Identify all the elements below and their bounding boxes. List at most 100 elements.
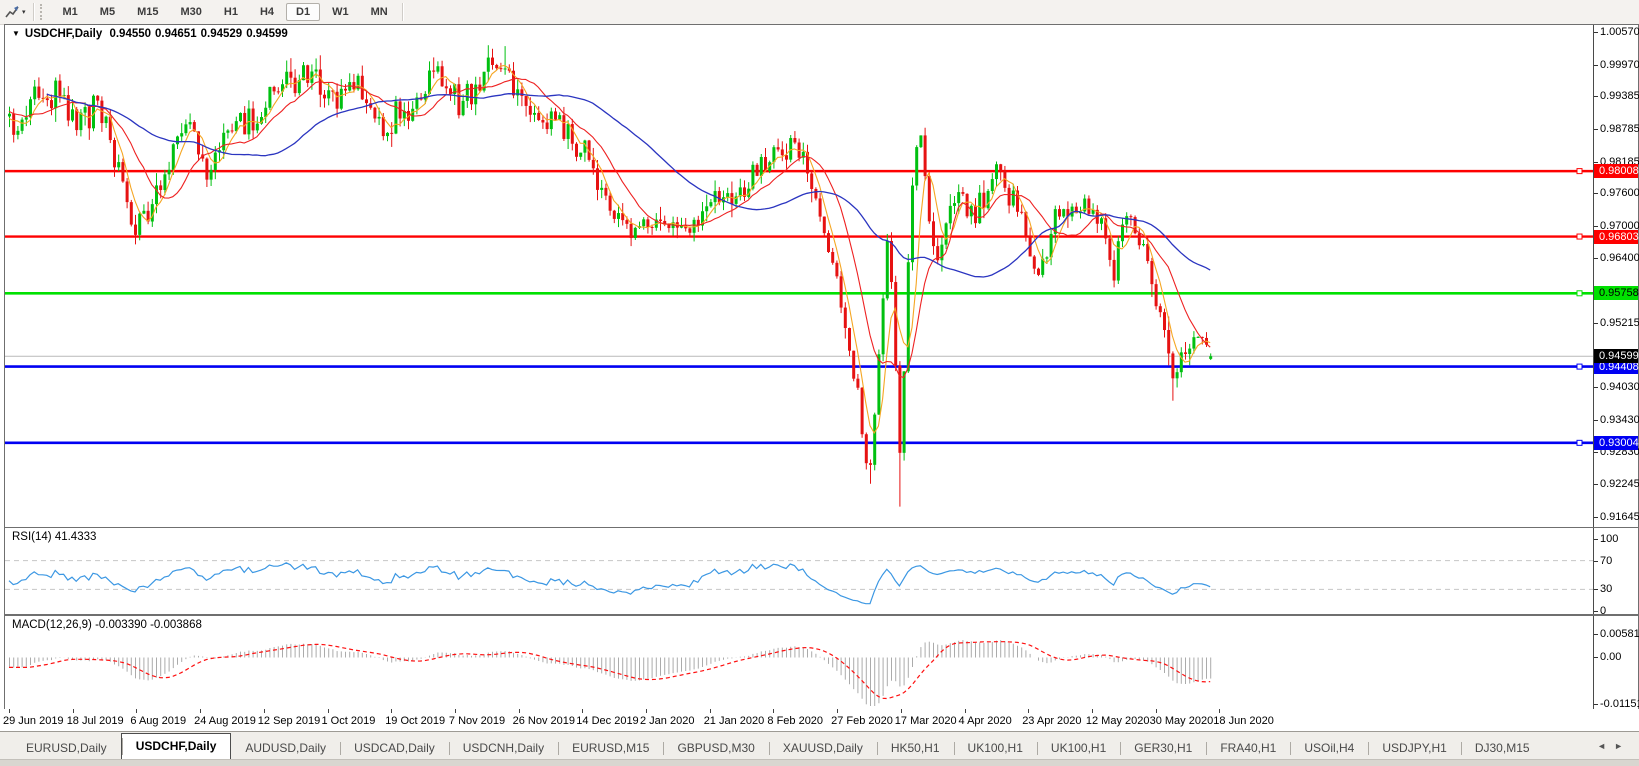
rsi-plot[interactable]: RSI(14) 41.4333 (5, 528, 1593, 614)
date-label: 24 Aug 2019 (194, 715, 256, 727)
title-symbol-period: USDCHF,Daily (24, 28, 103, 40)
macd-axis: 0.0058180.00-0.011514 (1593, 616, 1639, 710)
current-price-badge: 0.94599 (1594, 349, 1639, 364)
chart-tab-hk50-h1[interactable]: HK50,H1 (876, 738, 954, 759)
axis-tick-label: 0.92245 (1594, 478, 1639, 491)
date-tick-mark (1155, 709, 1157, 713)
date-tick-mark (900, 709, 902, 713)
price-axis: 1.00570 0.99970 0.99385 0.98785 0.98185 0.976… (1593, 25, 1639, 528)
main-chart-plot[interactable]: ▼ USDCHF,Daily 0.94550 0.94651 0.94529 0.945… (5, 25, 1593, 528)
axis-tick-label: 0.91645 (1594, 511, 1639, 524)
chart-tab-usdcad-daily[interactable]: USDCAD,Daily (340, 738, 449, 759)
timeframe-button-m5[interactable]: M5 (90, 3, 125, 21)
axis-tick-label: 0.96400 (1594, 252, 1639, 265)
chart-tab-usoil-h4[interactable]: USOil,H4 (1290, 738, 1368, 759)
tabs-scroll-left-icon[interactable]: ◄ (1597, 741, 1614, 751)
axis-tick-label: 100 (1594, 533, 1639, 546)
date-label: 21 Jan 2020 (703, 715, 765, 727)
date-tick-mark (646, 709, 647, 713)
chart-tab-uk100-h1[interactable]: UK100,H1 (953, 738, 1037, 759)
chart-tab-usdjpy-h1[interactable]: USDJPY,H1 (1368, 738, 1460, 759)
axis-tick-label: 0.00 (1594, 651, 1639, 664)
axis-tick-label: 70 (1594, 555, 1639, 568)
chart-tab-eurusd-m15[interactable]: EURUSD,M15 (558, 738, 663, 759)
title-open: 0.94550 (109, 28, 152, 40)
date-label: 14 Dec 2019 (576, 715, 639, 727)
macd-plot[interactable]: MACD(12,26,9) -0.003390 -0.003868 (5, 616, 1593, 710)
date-tick-mark (1091, 709, 1093, 713)
chart-tab-ger30-h1[interactable]: GER30,H1 (1120, 738, 1206, 759)
date-tick-mark (709, 709, 711, 713)
top-toolbar: ▾ M1 M5 M15 M30 H1 H4 D1 W1 MN (0, 0, 1639, 25)
tabs-scroll-right-icon[interactable]: ► (1614, 741, 1631, 751)
date-label: 6 Aug 2019 (130, 715, 187, 727)
toolbar-separator (32, 3, 34, 21)
timeframe-button-w1[interactable]: W1 (322, 3, 359, 21)
date-tick-mark (454, 709, 456, 713)
chart-tab-gbpusd-m30[interactable]: GBPUSD,M30 (663, 738, 768, 759)
date-tick-mark (1219, 709, 1221, 713)
rsi-chart (5, 560, 1593, 605)
date-label: 18 Jul 2019 (66, 715, 124, 727)
timeframe-button-mn[interactable]: MN (361, 3, 398, 21)
date-label: 23 Apr 2020 (1022, 715, 1082, 727)
timeframe-button-m30[interactable]: M30 (170, 3, 211, 21)
date-tick-mark (327, 709, 329, 713)
tabs-scroll-arrows: ◄► (1597, 741, 1631, 751)
chart-tab-audusd-daily[interactable]: AUDUSD,Daily (231, 738, 340, 759)
date-label: 1 Oct 2019 (321, 715, 376, 727)
date-axis: 29 Jun 2019 18 Jul 2019 6 Aug 2019 24 Aug 2… (3, 709, 1639, 731)
timeframe-button-d1[interactable]: D1 (286, 3, 321, 21)
date-tick-mark (518, 709, 520, 713)
date-tick-mark (136, 709, 138, 713)
chart-tab-xauusd-daily[interactable]: XAUUSD,Daily (768, 738, 877, 759)
date-label: 7 Nov 2019 (448, 715, 506, 727)
axis-tick-label: 0.95215 (1594, 317, 1639, 330)
date-tick-mark (263, 709, 265, 713)
timeframe-buttons: M1 M5 M15 M30 H1 H4 D1 W1 MN (52, 3, 399, 21)
axis-tick-label: 0.99385 (1594, 90, 1639, 103)
macd-window: MACD(12,26,9) -0.003390 -0.003868 0.0058… (4, 615, 1639, 711)
chart-tab-eurusd-daily[interactable]: EURUSD,Daily (12, 738, 121, 759)
date-tick-mark (837, 709, 839, 713)
date-tick-mark (582, 709, 584, 713)
date-label: 17 Mar 2020 (894, 715, 957, 727)
chart-tab-usdchf-daily[interactable]: USDCHF,Daily (120, 733, 232, 759)
timeframe-button-h4[interactable]: H4 (250, 3, 284, 21)
macd-chart (9, 640, 1212, 706)
date-label: 8 Feb 2020 (767, 715, 824, 727)
axis-tick-label: 0.99970 (1594, 59, 1639, 72)
tool-dropdown-icon[interactable]: ▾ (22, 8, 26, 16)
date-label: 19 Oct 2019 (385, 715, 446, 727)
date-label: 27 Feb 2020 (831, 715, 893, 727)
chart-tabs: EURUSD,Daily USDCHF,Daily AUDUSD,Daily USDC… (0, 732, 1639, 759)
chart-title: ▼ USDCHF,Daily 0.94550 0.94651 0.94529 0.945… (12, 28, 292, 40)
chart-tab-usdcnh-daily[interactable]: USDCNH,Daily (448, 738, 558, 759)
chart-tab-uk100-h1[interactable]: UK100,H1 (1036, 738, 1120, 759)
date-tick-mark (200, 709, 202, 713)
timeframe-button-m1[interactable]: M1 (53, 3, 88, 21)
main-chart-window: ▼ USDCHF,Daily 0.94550 0.94651 0.94529 0.945… (4, 24, 1639, 529)
date-tick-mark (391, 709, 393, 713)
axis-tick-label: 0.94030 (1594, 381, 1639, 394)
date-tick-mark (9, 709, 10, 713)
chart-tab-fra40-h1[interactable]: FRA40,H1 (1206, 738, 1290, 759)
title-dropdown-icon[interactable]: ▼ (12, 29, 20, 38)
date-label: 4 Apr 2020 (958, 715, 1012, 727)
date-label: 18 Jun 2020 (1213, 715, 1274, 727)
toolbar-grip-handle[interactable] (39, 4, 46, 20)
level-price-badge: 0.98008 (1594, 164, 1639, 179)
crosshair-tool-icon[interactable] (2, 3, 22, 21)
title-low: 0.94529 (200, 28, 243, 40)
title-high: 0.94651 (155, 28, 197, 40)
axis-tick-label: 0.93430 (1594, 414, 1639, 427)
level-price-badge: 0.96803 (1594, 229, 1639, 244)
timeframe-button-m15[interactable]: M15 (127, 3, 168, 21)
candlestick-chart[interactable] (5, 25, 1593, 526)
date-label: 29 Jun 2019 (3, 715, 64, 727)
chart-tab-bar: EURUSD,Daily USDCHF,Daily AUDUSD,Daily USDC… (0, 731, 1639, 766)
timeframe-button-h1[interactable]: H1 (214, 3, 248, 21)
axis-tick-label: 0.98785 (1594, 123, 1639, 136)
chart-tab-dj30-m15[interactable]: DJ30,M15 (1460, 738, 1544, 759)
title-close: 0.94599 (246, 28, 288, 40)
